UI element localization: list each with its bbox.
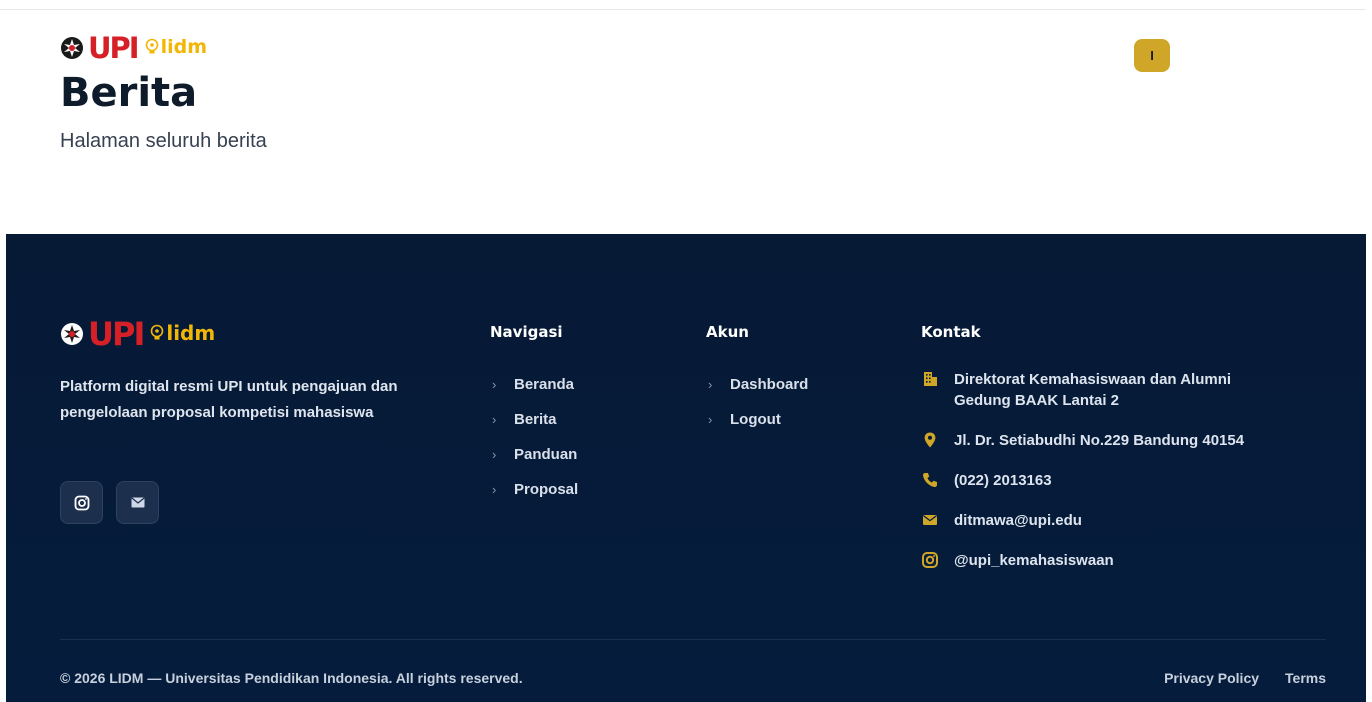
footer-link-dashboard[interactable]: › Dashboard: [708, 367, 808, 402]
akun-links: › Dashboard › Logout: [708, 367, 808, 437]
footer-link-label: Logout: [730, 411, 781, 428]
upi-logo-text: UPI: [88, 31, 140, 65]
mail-icon: [923, 515, 937, 525]
instagram-icon: [922, 552, 938, 568]
footer-link-proposal[interactable]: › Proposal: [492, 472, 578, 507]
address-line-2: Gedung BAAK Lantai 2: [954, 392, 1120, 409]
map-pin-icon: [924, 432, 936, 448]
footer-link-label: Panduan: [514, 446, 578, 463]
footer-logo[interactable]: UPI lidm: [60, 318, 215, 350]
chevron-right-icon: ›: [492, 412, 497, 427]
phone-icon: [923, 473, 937, 487]
instagram-icon: [74, 495, 89, 510]
privacy-policy-link[interactable]: Privacy Policy: [1164, 670, 1259, 686]
kontak-heading: Kontak: [921, 323, 981, 341]
footer-link-label: Dashboard: [730, 376, 809, 393]
footer-link-panduan[interactable]: › Panduan: [492, 437, 578, 472]
contact-address: Direktorat Kemahasiswaan dan Alumni Gedu…: [921, 369, 1231, 411]
legal-links: Privacy Policy Terms: [1164, 670, 1326, 686]
footer-link-label: Beranda: [514, 376, 575, 393]
top-divider: [0, 9, 1366, 10]
mail-icon: [130, 497, 145, 508]
navigasi-heading: Navigasi: [490, 323, 563, 341]
street-address: Jl. Dr. Setiabudhi No.229 Bandung 40154: [954, 432, 1245, 449]
chevron-right-icon: ›: [492, 447, 497, 462]
lightbulb-icon: [145, 38, 158, 54]
chevron-right-icon: ›: [708, 377, 713, 392]
terms-link[interactable]: Terms: [1285, 670, 1326, 686]
footer-link-label: Berita: [514, 411, 557, 428]
contact-email: ditmawa@upi.edu: [921, 510, 1082, 531]
phone-number[interactable]: (022) 2013163: [954, 470, 1052, 491]
instagram-button[interactable]: [60, 481, 103, 524]
lidm-logo: lidm: [149, 323, 215, 343]
footer-description: Platform digital resmi UPI untuk pengaju…: [60, 378, 398, 421]
email-address[interactable]: ditmawa@upi.edu: [954, 510, 1082, 531]
lidm-logo: lidm: [144, 37, 207, 57]
upi-seal-icon: [61, 323, 83, 345]
footer-link-berita[interactable]: › Berita: [492, 402, 578, 437]
site-footer: UPI lidm Platform digital resmi UPI untu…: [6, 234, 1366, 702]
upi-logo-text: UPI: [88, 315, 145, 353]
footer-divider: [60, 639, 1326, 640]
contact-street: Jl. Dr. Setiabudhi No.229 Bandung 40154: [921, 430, 1244, 451]
footer-link-label: Proposal: [514, 481, 579, 498]
contact-instagram: @upi_kemahasiswaan: [921, 550, 1114, 571]
contact-phone: (022) 2013163: [921, 470, 1052, 491]
copyright-text: © 2026 LIDM — Universitas Pendidikan Ind…: [60, 670, 523, 686]
footer-link-logout[interactable]: › Logout: [708, 402, 808, 437]
page-subtitle: Halaman seluruh berita: [60, 130, 267, 152]
building-icon: [924, 372, 937, 386]
page-title: Berita: [60, 70, 198, 116]
chevron-right-icon: ›: [708, 412, 713, 427]
upi-seal-icon: [61, 37, 83, 59]
lidm-logo-text: lidm: [160, 36, 208, 58]
akun-heading: Akun: [706, 323, 749, 341]
footer-link-beranda[interactable]: › Beranda: [492, 367, 578, 402]
header-logo[interactable]: UPI lidm: [60, 31, 207, 65]
user-initial: I: [1150, 48, 1154, 63]
lidm-logo-text: lidm: [166, 321, 216, 345]
email-button[interactable]: [116, 481, 159, 524]
user-avatar-button[interactable]: I: [1134, 39, 1170, 72]
lightbulb-icon: [151, 324, 164, 340]
chevron-right-icon: ›: [492, 377, 497, 392]
instagram-handle[interactable]: @upi_kemahasiswaan: [954, 550, 1114, 571]
navigasi-links: › Beranda › Berita › Panduan › Proposal: [492, 367, 578, 507]
chevron-right-icon: ›: [492, 482, 497, 497]
address-line-1: Direktorat Kemahasiswaan dan Alumni: [954, 371, 1232, 388]
